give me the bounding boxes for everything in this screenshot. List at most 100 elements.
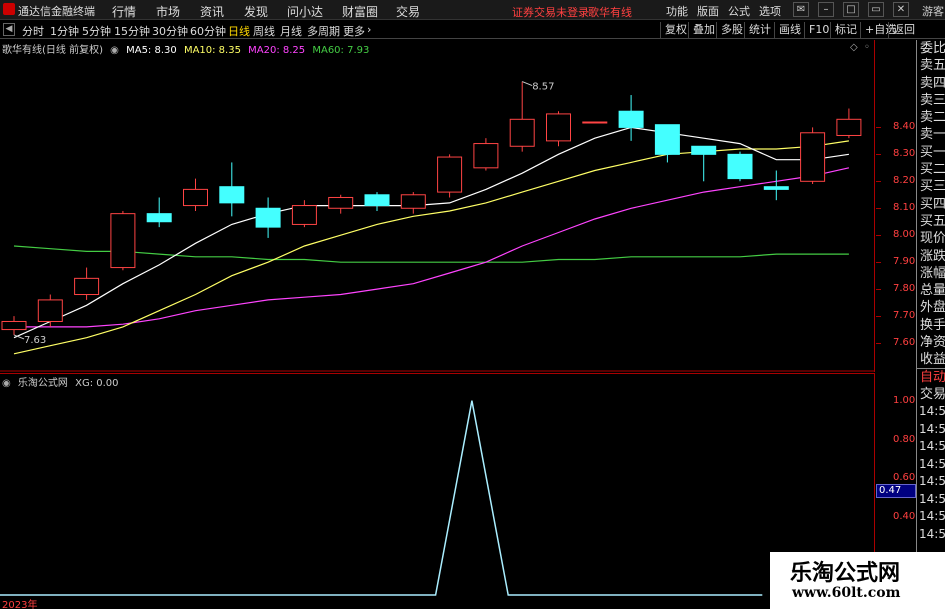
kline-chart[interactable]: 8.57 7.63 [0, 40, 875, 372]
stock-title: 歌华有线 [588, 6, 632, 19]
price-tick-label: 8.20 [893, 175, 916, 187]
value-tick-label: 1.00 [893, 394, 916, 406]
menu-wenxiaoda[interactable]: 问小达 [287, 3, 323, 20]
rp-earnings: 收益 [917, 351, 945, 369]
price-tick-mark [876, 289, 881, 291]
price-tick-mark [876, 262, 881, 264]
price-tick-mark [876, 235, 881, 237]
price-tick-mark [876, 127, 881, 129]
indicator-chart[interactable] [0, 373, 875, 599]
year-label: 2023年 [2, 600, 38, 609]
candle-body-up [110, 213, 136, 269]
period-30min[interactable]: 30分钟 [152, 23, 188, 39]
menu-hangqing[interactable]: 行情 [112, 3, 136, 20]
rp-sell4: 卖四 [920, 75, 945, 91]
extreme-pointer [522, 81, 533, 87]
candle-body-down [219, 186, 245, 204]
rp-buy3: 买三 [920, 179, 945, 195]
rp-change-pct: 涨幅 [920, 265, 945, 281]
guest-label[interactable]: 游客 [922, 3, 944, 19]
indicator-title: 乐淘公式网 [17, 378, 68, 389]
watermark-title: 乐淘公式网 [790, 560, 901, 586]
restore-icon[interactable]: ▭ [868, 2, 884, 17]
tool-diejia[interactable]: 叠加 [688, 22, 719, 38]
period-multi[interactable]: 多周期 [307, 23, 340, 39]
tool-fuquan[interactable]: 复权 [660, 22, 691, 38]
value-tick-label: 0.40 [893, 511, 916, 523]
back-arrow-icon[interactable]: ◀ [3, 23, 15, 36]
candle-body-up [183, 188, 208, 207]
period-toolbar: ◀ 分时 1分钟 5分钟 15分钟 30分钟 60分钟 日线 周线 月线 多周期… [0, 21, 945, 39]
menu-shichang[interactable]: 市场 [156, 3, 180, 20]
rp-sell2: 卖二 [920, 110, 945, 126]
period-5min[interactable]: 5分钟 [82, 23, 111, 39]
indicator-chart-panel[interactable]: ◉ 乐淘公式网 XG: 0.00 0.47 0.40 0.60 0.80 1.00 [0, 373, 916, 599]
candle-body-up [400, 194, 426, 209]
tool-f10[interactable]: F10 [804, 22, 833, 38]
menu-caifuquan[interactable]: 财富圈 [342, 3, 378, 20]
candle-body-down [618, 110, 644, 128]
maximize-icon[interactable]: □ [843, 2, 859, 17]
period-fenshi[interactable]: 分时 [22, 23, 44, 39]
indicator-menu-icon[interactable]: ◉ [2, 378, 11, 389]
menu-faxian[interactable]: 发现 [244, 3, 268, 20]
tick-time: 14:56 [919, 421, 945, 436]
menu-xuanxiang[interactable]: 选项 [759, 3, 781, 19]
period-weekly[interactable]: 周线 [253, 23, 275, 39]
menu-gongshi[interactable]: 公式 [728, 3, 750, 19]
app-logo-icon [3, 3, 15, 15]
price-tick-label: 7.90 [893, 256, 916, 268]
kline-chart-panel[interactable]: 8.57 7.63 歌华有线(日线 前复权) ◉ MA5: 8.30 MA10: … [0, 40, 915, 372]
more-chevron-icon[interactable]: › [367, 23, 371, 36]
menu-banmian[interactable]: 版面 [697, 3, 719, 19]
rp-weibi: 委比 [920, 41, 945, 56]
price-tick-label: 7.60 [893, 337, 916, 349]
rp-turnover: 换手 [920, 317, 945, 333]
tool-huaxian[interactable]: 画线 [774, 22, 805, 38]
settings-icon[interactable]: ◦ [864, 42, 870, 53]
date-axis-bar: 2023年 [0, 599, 770, 609]
indicator-dropdown-icon[interactable]: ◉ [110, 45, 119, 56]
value-tick-label: 0.80 [893, 433, 916, 445]
close-icon[interactable]: ✕ [893, 2, 909, 17]
candle-body-down [364, 194, 390, 207]
candle-body-up [1, 320, 27, 331]
period-daily[interactable]: 日线 [228, 23, 250, 39]
login-notice[interactable]: 证券交易未登录 [512, 4, 589, 20]
rp-trade[interactable]: 交易 [917, 386, 945, 403]
menu-jiaoyi[interactable]: 交易 [396, 3, 420, 20]
main-legend: 歌华有线(日线 前复权) ◉ MA5: 8.30 MA10: 8.35 MA20… [2, 41, 373, 56]
minimize-icon[interactable]: – [818, 2, 834, 17]
watermark-url: www.60lt.com [792, 585, 901, 601]
diamond-icon[interactable]: ◇ [850, 42, 858, 53]
xg-series-line [0, 400, 763, 596]
tick-time: 14:56 [919, 491, 945, 506]
candle-body-down [654, 124, 680, 155]
cursor-value-box: 0.47 [876, 484, 916, 498]
tool-fanhui[interactable]: 返回 [888, 22, 919, 38]
candle-body-down [691, 145, 717, 155]
candle-body-up [546, 113, 571, 142]
period-60min[interactable]: 60分钟 [190, 23, 226, 39]
xg-value: XG: 0.00 [75, 378, 119, 389]
period-monthly[interactable]: 月线 [280, 23, 302, 39]
period-more[interactable]: 更多 [343, 23, 365, 39]
candle-body-up [437, 156, 463, 193]
tool-tongji[interactable]: 统计 [744, 22, 775, 38]
rp-auto[interactable]: 自动 [917, 369, 945, 386]
price-tick-label: 8.30 [893, 148, 916, 160]
tool-duogu[interactable]: 多股 [716, 22, 747, 38]
ma20-legend: MA20: 8.25 [248, 45, 306, 56]
rp-sell3: 卖三 [920, 92, 945, 108]
message-icon[interactable]: ✉ [793, 2, 809, 17]
menu-gongneng[interactable]: 功能 [666, 3, 688, 19]
ma60-legend: MA60: 7.93 [312, 45, 370, 56]
tool-biaoji[interactable]: 标记 [830, 22, 861, 38]
value-tick-label: 0.60 [893, 472, 916, 484]
period-1min[interactable]: 1分钟 [50, 23, 79, 39]
price-tick-label: 8.10 [893, 202, 916, 214]
period-15min[interactable]: 15分钟 [114, 23, 150, 39]
candle-body-up [800, 132, 826, 182]
menu-zixun[interactable]: 资讯 [200, 3, 224, 20]
candle-body-up [291, 205, 317, 225]
